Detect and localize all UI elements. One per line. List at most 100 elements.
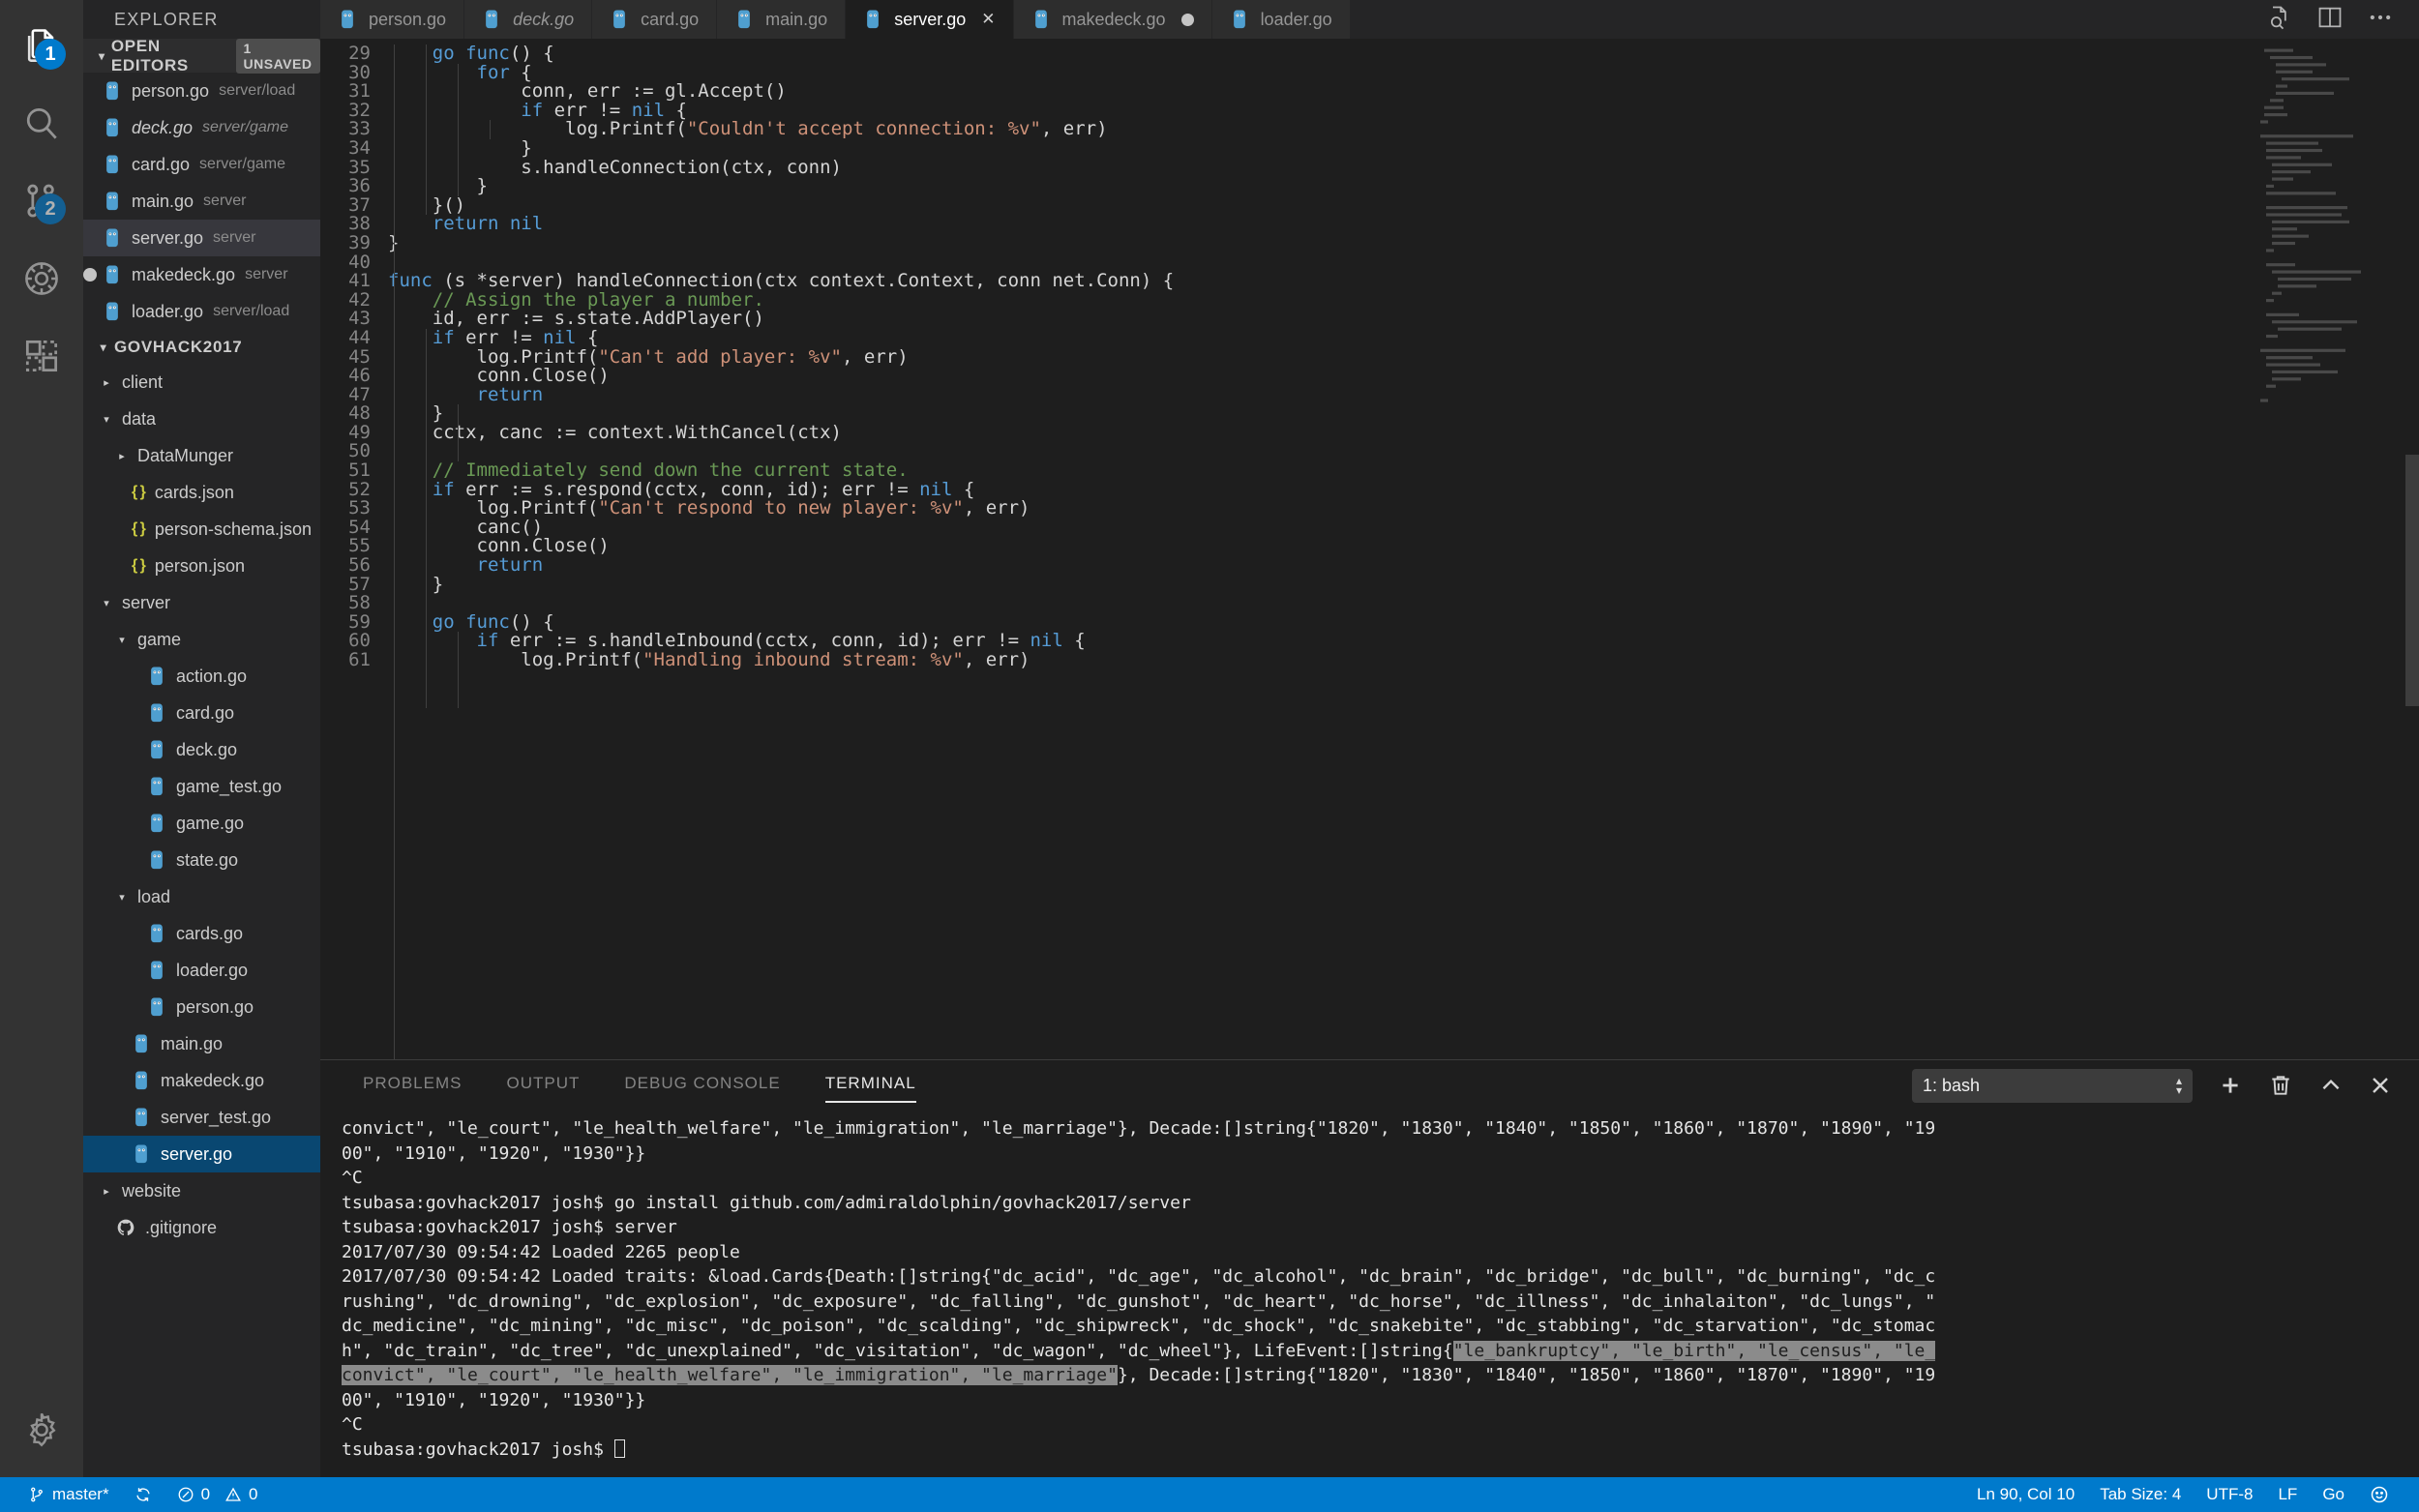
activity-source-control[interactable]: 2 <box>0 163 83 240</box>
open-editor-name: main.go <box>132 191 194 211</box>
new-terminal-icon[interactable] <box>2218 1073 2243 1098</box>
open-editor-item[interactable]: main.go server <box>83 183 320 220</box>
tree-item[interactable]: .gitignore <box>83 1209 320 1246</box>
tree-item[interactable]: card.go <box>83 695 320 731</box>
code-line: log.Printf("Couldn't accept connection: … <box>388 118 1108 140</box>
panel-tab[interactable]: OUTPUT <box>506 1074 580 1097</box>
tree-item[interactable]: ▾ data <box>83 400 320 437</box>
go-file-icon <box>147 923 170 944</box>
tree-item[interactable]: main.go <box>83 1025 320 1062</box>
go-file-icon <box>132 1033 155 1054</box>
tree-item-label: game <box>137 629 182 649</box>
search-icon <box>20 103 63 145</box>
go-file-icon <box>103 227 126 249</box>
open-editor-item[interactable]: server.go server <box>83 220 320 256</box>
scrollbar-thumb[interactable] <box>2405 455 2419 706</box>
terminal-text: 2017/07/30 09:54:42 Loaded 2265 people <box>342 1241 740 1262</box>
terminal-selector[interactable]: 1: bash ▴ ▾ <box>1912 1068 2193 1103</box>
close-panel-icon[interactable] <box>2369 1074 2392 1097</box>
tree-item[interactable]: ▾ load <box>83 878 320 915</box>
editor-tab[interactable]: person.go <box>320 0 465 39</box>
status-problems[interactable]: 0 0 <box>164 1477 271 1512</box>
status-eol[interactable]: LF <box>2265 1477 2310 1512</box>
line-number: 39 <box>348 231 371 253</box>
smiley-icon <box>2370 1485 2389 1504</box>
status-right: Ln 90, Col 10 Tab Size: 4 UTF-8 LF Go <box>1964 1477 2419 1512</box>
line-number: 46 <box>348 365 371 387</box>
open-editors-header[interactable]: ▾ OPEN EDITORS 1 UNSAVED <box>83 37 320 74</box>
kill-terminal-icon[interactable] <box>2268 1073 2293 1098</box>
tree-item[interactable]: ▸ website <box>83 1172 320 1209</box>
split-editor-icon[interactable] <box>2316 4 2344 36</box>
terminal-output[interactable]: convict", "le_court", "le_health_welfare… <box>320 1111 2419 1477</box>
code-content[interactable]: go func() { for { conn, err := gl.Accept… <box>388 39 2419 1059</box>
status-encoding[interactable]: UTF-8 <box>2194 1477 2265 1512</box>
close-icon[interactable]: ✕ <box>981 10 995 29</box>
tree-item[interactable]: ▸ client <box>83 364 320 400</box>
warning-count: 0 <box>249 1485 258 1503</box>
activity-settings[interactable] <box>0 1400 83 1477</box>
chevron-right-icon: ▸ <box>104 376 109 389</box>
open-editor-item[interactable]: person.go server/load <box>83 73 320 109</box>
code-line: return <box>476 383 544 405</box>
code-editor[interactable]: 29 30 31 32 33 34 35 36 37 38 39 40 41 42 43 44 45 46 47 48… <box>320 39 2419 1059</box>
activity-extensions[interactable] <box>0 317 83 395</box>
editor-tab[interactable]: deck.go <box>464 0 593 39</box>
open-editor-item[interactable]: deck.go server/game <box>83 109 320 146</box>
terminal-text: }, Decade:[]string{"1820", "1830", "1840… <box>1117 1365 1936 1385</box>
tree-item-label: person.json <box>154 555 245 576</box>
editor-tab[interactable]: server.go ✕ <box>846 0 1014 39</box>
editor-tab-label: card.go <box>641 9 700 29</box>
activity-explorer[interactable]: 1 <box>0 8 83 85</box>
tree-item[interactable]: { } person-schema.json <box>83 511 320 548</box>
status-cursor-position[interactable]: Ln 90, Col 10 <box>1964 1477 2087 1512</box>
editor-tab[interactable]: loader.go <box>1211 0 1351 39</box>
tree-item[interactable]: makedeck.go <box>83 1062 320 1099</box>
tree-item[interactable]: server_test.go <box>83 1099 320 1136</box>
more-actions-icon[interactable] <box>2367 4 2394 36</box>
tree-item[interactable]: loader.go <box>83 952 320 989</box>
tree-item[interactable]: { } cards.json <box>83 474 320 511</box>
chevron-down-icon: ▾ <box>119 891 125 904</box>
tree-item[interactable]: action.go <box>83 658 320 695</box>
editor-scrollbar[interactable] <box>2405 39 2419 1059</box>
go-file-icon <box>147 960 170 981</box>
tree-item[interactable]: { } person.json <box>83 548 320 584</box>
status-tab-size[interactable]: Tab Size: 4 <box>2087 1477 2194 1512</box>
editor-tab[interactable]: card.go <box>592 0 718 39</box>
terminal-line: convict", "le_court", "le_health_welfare… <box>342 1363 2400 1388</box>
workspace-header[interactable]: ▾ GOVHACK2017 <box>83 330 320 364</box>
status-feedback[interactable] <box>2357 1477 2402 1512</box>
tree-item[interactable]: person.go <box>83 989 320 1025</box>
activity-search[interactable] <box>0 85 83 163</box>
status-branch[interactable]: master* <box>15 1477 122 1512</box>
editor-tab[interactable]: makedeck.go <box>1013 0 1212 39</box>
maximize-panel-icon[interactable] <box>2318 1073 2344 1098</box>
tree-item[interactable]: ▾ server <box>83 584 320 621</box>
terminal-text: ^C <box>342 1414 363 1435</box>
open-editor-name: deck.go <box>132 117 194 137</box>
panel-tab[interactable]: TERMINAL <box>824 1074 916 1103</box>
activity-debug[interactable] <box>0 240 83 317</box>
tree-item[interactable]: game_test.go <box>83 768 320 805</box>
line-number: 48 <box>348 402 371 425</box>
editor-tab[interactable]: main.go <box>717 0 847 39</box>
open-changes-icon[interactable] <box>2266 4 2293 36</box>
open-editor-item[interactable]: card.go server/game <box>83 146 320 183</box>
tree-item[interactable]: cards.go <box>83 915 320 952</box>
tree-item[interactable]: game.go <box>83 805 320 842</box>
open-editor-item[interactable]: makedeck.go server <box>83 256 320 293</box>
tree-item[interactable]: deck.go <box>83 731 320 768</box>
panel-tab[interactable]: DEBUG CONSOLE <box>624 1074 780 1097</box>
tree-item-label: cards.go <box>176 923 244 943</box>
panel-tab[interactable]: PROBLEMS <box>363 1074 462 1097</box>
open-editor-item[interactable]: loader.go server/load <box>83 293 320 330</box>
tree-item[interactable]: ▸ DataMunger <box>83 437 320 474</box>
terminal-line: ^C <box>342 1412 2400 1438</box>
status-sync[interactable] <box>122 1477 164 1512</box>
tree-item[interactable]: server.go <box>83 1136 320 1172</box>
tree-item-label: deck.go <box>176 739 238 759</box>
status-language[interactable]: Go <box>2310 1477 2357 1512</box>
tree-item[interactable]: state.go <box>83 842 320 878</box>
tree-item[interactable]: ▾ game <box>83 621 320 658</box>
